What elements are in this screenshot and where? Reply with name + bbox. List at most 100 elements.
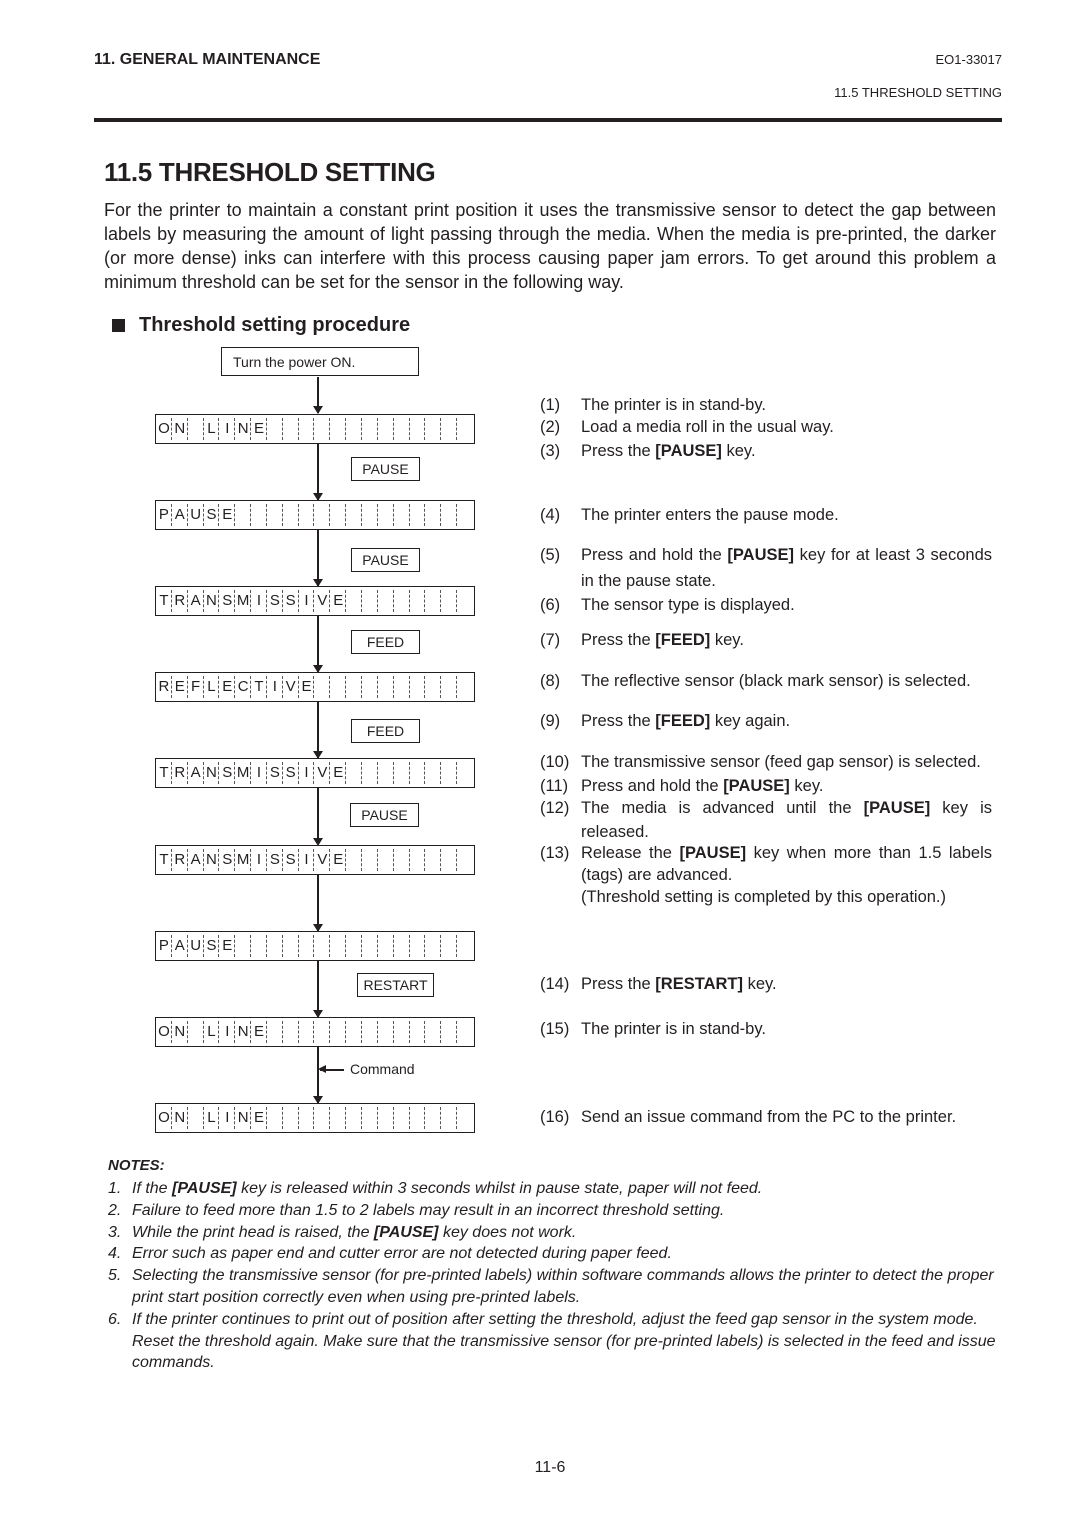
note-text: If the [PAUSE] key is released within 3 … [132,1180,763,1197]
lcd-cell: P [156,501,172,529]
lcd-cell: M [235,846,251,874]
lcd-cell: N [204,759,220,787]
lcd-cell: V [314,846,331,874]
lcd-cell [235,932,251,960]
step-text: The printer enters the pause mode. [581,506,839,524]
lcd-cell: I [299,846,315,874]
lcd-cell [362,759,378,787]
lcd-cell [378,587,394,615]
lcd-cell: T [156,846,172,874]
notes-title: NOTES: [108,1157,165,1174]
lcd-cell [441,415,457,443]
lcd-cell [425,415,442,443]
step-text: The printer is in stand-by. [581,1020,766,1038]
lcd-cell [283,1018,299,1046]
lcd-cell [330,415,346,443]
lcd-cell [425,587,442,615]
page-title: 11.5 THRESHOLD SETTING [104,157,436,187]
lcd-cell: C [235,673,251,701]
lcd-cell [314,932,331,960]
lcd-cell [457,932,473,960]
arrow-left-icon [318,1065,326,1073]
step-item: (11) Press and hold the [PAUSE] key. [540,774,992,798]
step-item: (8) The reflective sensor (black mark sen… [540,669,992,693]
lcd-cell [410,1018,426,1046]
lcd-cell [394,587,410,615]
lcd-cell [362,415,378,443]
step-text: The reflective sensor (black mark sensor… [581,672,971,690]
note-text: While the print head is raised, the [PAU… [132,1223,577,1241]
lcd-cell [394,846,410,874]
flow-connector [317,875,319,931]
lcd-cell: E [219,501,236,529]
lcd-cell [410,415,426,443]
lcd-display: PAUSE [155,931,475,961]
lcd-cell: S [219,846,236,874]
lcd-cell: I [219,1018,236,1046]
step-number: (8) [540,672,561,690]
lcd-cell [378,415,394,443]
step-text: Press the [PAUSE] key. [581,442,756,460]
lcd-cell [410,759,426,787]
lcd-cell [346,673,362,701]
lcd-cell: F [188,673,204,701]
lcd-cell: S [267,846,283,874]
lcd-cell: S [283,587,299,615]
lcd-cell [441,673,457,701]
lcd-cell [299,932,315,960]
lcd-cell: M [235,759,251,787]
lcd-cell [441,932,457,960]
lcd-cell [378,673,394,701]
key-pause: PAUSE [351,457,420,481]
step-text: Press the [RESTART] key. [581,975,777,993]
lcd-cell [410,932,426,960]
lcd-cell: S [267,759,283,787]
lcd-cell [425,1104,442,1132]
flow-connector [317,961,319,1017]
key-name: [PAUSE] [863,799,931,817]
step-number: (15) [540,1020,570,1038]
lcd-cell: E [251,1018,267,1046]
lcd-cell: M [235,587,251,615]
step-number: (12) [540,799,570,817]
lcd-cell [314,415,331,443]
lcd-cell [362,587,378,615]
note-item: 6. If the printer continues to print out … [108,1309,998,1374]
key-name: [PAUSE] [727,546,795,564]
step-number: (4) [540,506,561,524]
subheading-text: Threshold setting procedure [139,314,411,336]
lcd-cell [394,673,410,701]
lcd-cell [378,932,394,960]
lcd-cell [299,1104,315,1132]
key-name: [RESTART] [655,975,743,993]
note-item: 2. Failure to feed more than 1.5 to 2 lab… [108,1200,998,1222]
key-feed: FEED [351,630,420,654]
lcd-cell [330,1104,346,1132]
lcd-cell: N [204,587,220,615]
note-number: 5. [108,1267,122,1285]
note-text: Selecting the transmissive sensor (for p… [132,1267,994,1306]
lcd-cell [441,501,457,529]
lcd-cell: S [204,501,220,529]
lcd-display: TRANSMISSIVE [155,758,475,788]
step-text: Send an issue command from the PC to the… [581,1108,957,1126]
lcd-cell [410,501,426,529]
lcd-cell: L [204,673,220,701]
key-name: [FEED] [655,631,711,649]
lcd-cell: E [251,415,267,443]
lcd-cell [425,673,442,701]
lcd-cell [267,932,283,960]
lcd-cell: A [188,587,204,615]
lcd-cell [362,1104,378,1132]
lcd-cell [457,759,473,787]
lcd-cell: P [156,932,172,960]
step-item: (16) Send an issue command from the PC to… [540,1105,992,1129]
lcd-cell: R [172,587,188,615]
lcd-cell [283,1104,299,1132]
header-rule [94,118,1002,122]
document-code: EO1-33017 [935,52,1003,67]
step-item: (7) Press the [FEED] key. [540,628,992,652]
lcd-cell: T [156,587,172,615]
step-item: (12) The media is advanced until the [PAU… [540,796,992,844]
key-name: [PAUSE] [373,1223,439,1241]
